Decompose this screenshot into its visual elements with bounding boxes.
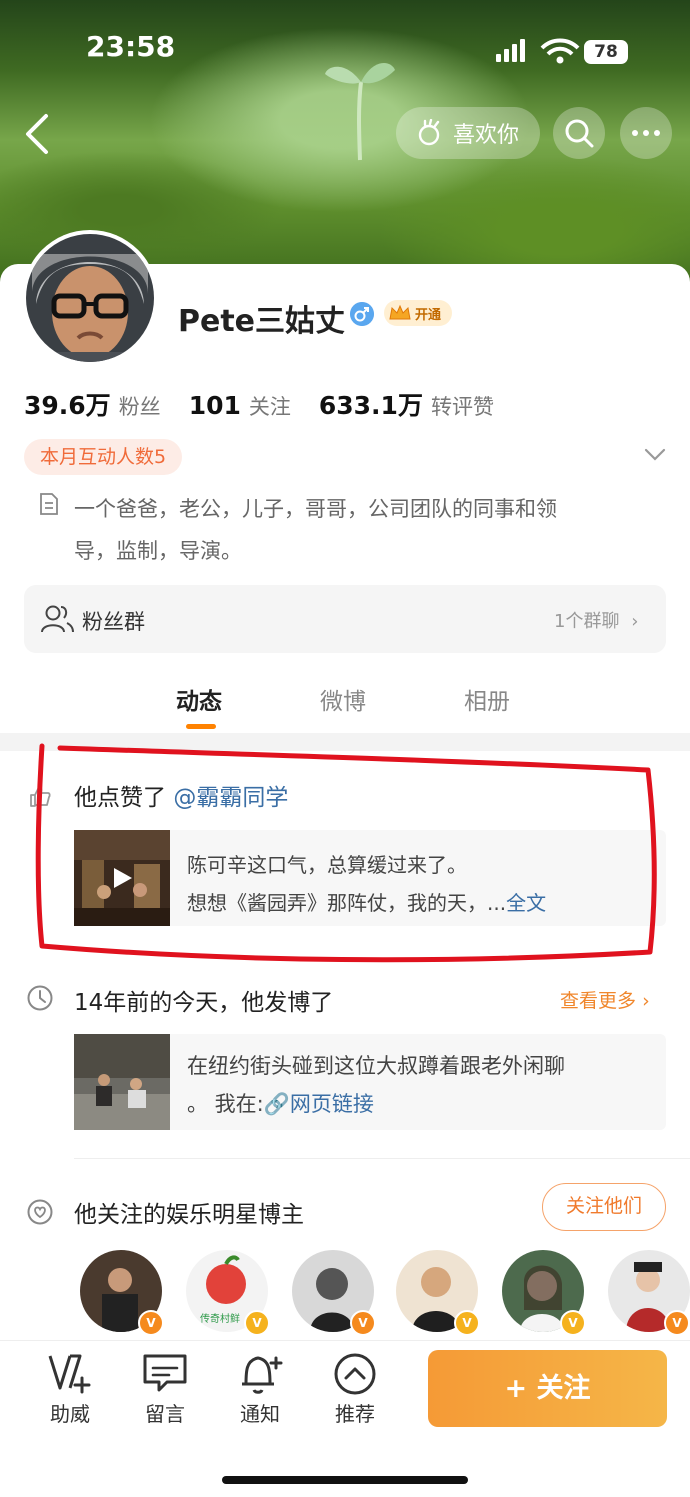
engagement-label[interactable]: 转评赞 xyxy=(431,391,494,421)
profile-name: Pete三姑丈 xyxy=(178,304,346,339)
cheer-button[interactable]: 助威 xyxy=(30,1352,110,1427)
heart-hand-icon xyxy=(418,119,440,146)
clock-icon xyxy=(27,985,53,1011)
sprout-decoration xyxy=(325,62,395,161)
bio-text: 一个爸爸，老公，儿子，哥哥，公司团队的同事和领 导，监制，导演。 xyxy=(74,488,634,572)
engagement-count[interactable]: 633.1万 xyxy=(319,386,423,422)
notify-label: 通知 xyxy=(240,1402,280,1426)
heart-icon xyxy=(27,1199,53,1225)
fan-group-count: 1个群聊 › xyxy=(554,607,638,633)
view-more-label: 查看更多 xyxy=(560,990,637,1012)
view-more-link[interactable]: 查看更多 › xyxy=(560,986,650,1013)
more-button[interactable] xyxy=(620,107,672,159)
tab-dynamics[interactable]: 动态 xyxy=(176,682,222,716)
memory-post-line-2: 。 我在: xyxy=(187,1092,264,1116)
monthly-interaction-badge[interactable]: 本月互动人数5 xyxy=(24,439,183,475)
profile-stats: 39.6万 粉丝 101 关注 633.1万 转评赞 xyxy=(24,386,522,422)
search-button[interactable] xyxy=(553,107,605,159)
vip-label: 开通 xyxy=(415,307,442,323)
recommend-button[interactable]: 推荐 xyxy=(315,1352,395,1427)
cheer-v-icon xyxy=(48,1354,91,1394)
following-label[interactable]: 关注 xyxy=(249,391,291,421)
bio-line-1: 一个爸爸，老公，儿子，哥哥，公司团队的同事和领 xyxy=(74,497,557,521)
home-indicator[interactable] xyxy=(222,1476,468,1484)
more-dots-icon xyxy=(632,130,660,136)
battery-indicator: 78 xyxy=(584,40,628,64)
verified-badge: V xyxy=(454,1310,480,1336)
group-chat-count: 1个群聊 xyxy=(554,611,620,632)
back-icon[interactable] xyxy=(18,112,58,156)
message-button[interactable]: 留言 xyxy=(125,1352,205,1427)
memory-photo[interactable] xyxy=(74,1034,170,1130)
follow-button[interactable]: + 关注 xyxy=(428,1350,667,1427)
avatar[interactable] xyxy=(26,234,154,362)
divider xyxy=(74,1158,690,1159)
active-tab-indicator xyxy=(186,724,216,729)
chevron-down-icon[interactable] xyxy=(644,448,666,462)
search-icon xyxy=(565,119,594,148)
follow-them-button[interactable]: 关注他们 xyxy=(542,1183,666,1231)
verified-badge: V xyxy=(664,1310,690,1336)
verified-badge: V xyxy=(244,1310,270,1336)
status-time: 23:58 xyxy=(86,30,176,63)
recommend-title: 他关注的娱乐明星博主 xyxy=(74,1202,304,1228)
fan-group-label: 粉丝群 xyxy=(82,610,145,634)
vip-open-badge[interactable]: 开通 xyxy=(384,300,452,326)
memory-title: 14年前的今天，他发博了 xyxy=(74,990,334,1016)
message-label: 留言 xyxy=(145,1402,185,1426)
tab-album[interactable]: 相册 xyxy=(464,682,510,716)
following-count[interactable]: 101 xyxy=(189,391,241,420)
crown-icon xyxy=(389,304,411,320)
notify-button[interactable]: 通知 xyxy=(220,1352,300,1427)
verified-badge: V xyxy=(560,1310,586,1336)
bio-line-2: 导，监制，导演。 xyxy=(74,539,242,563)
link-icon: 🔗 xyxy=(263,1092,290,1116)
tab-weibo[interactable]: 微博 xyxy=(320,682,366,716)
document-icon xyxy=(40,493,58,515)
red-highlight-annotation xyxy=(35,743,657,963)
web-link[interactable]: 网页链接 xyxy=(290,1092,374,1116)
fans-label[interactable]: 粉丝 xyxy=(119,391,161,421)
verified-badge: V xyxy=(138,1310,164,1336)
sticker-text: 传奇村鲜 xyxy=(200,1312,240,1325)
bell-plus-icon xyxy=(242,1356,283,1394)
comment-icon xyxy=(143,1354,187,1392)
male-icon xyxy=(350,302,374,326)
memory-post-text: 在纽约街头碰到这位大叔蹲着跟老外闲聊 。 我在:🔗网页链接 xyxy=(187,1047,657,1123)
chevron-right-icon: › xyxy=(642,990,650,1012)
verified-badge: V xyxy=(350,1310,376,1336)
chevron-up-circle-icon xyxy=(334,1353,376,1395)
fans-count[interactable]: 39.6万 xyxy=(24,386,111,422)
chevron-right-icon: › xyxy=(631,611,639,632)
cheer-label: 助威 xyxy=(50,1402,90,1426)
group-users-icon xyxy=(41,605,74,633)
like-you-button[interactable]: 喜欢你 xyxy=(396,107,540,159)
like-you-label: 喜欢你 xyxy=(452,123,519,148)
recommend-label: 推荐 xyxy=(335,1402,375,1426)
memory-post-line-1: 在纽约街头碰到这位大叔蹲着跟老外闲聊 xyxy=(187,1054,565,1078)
